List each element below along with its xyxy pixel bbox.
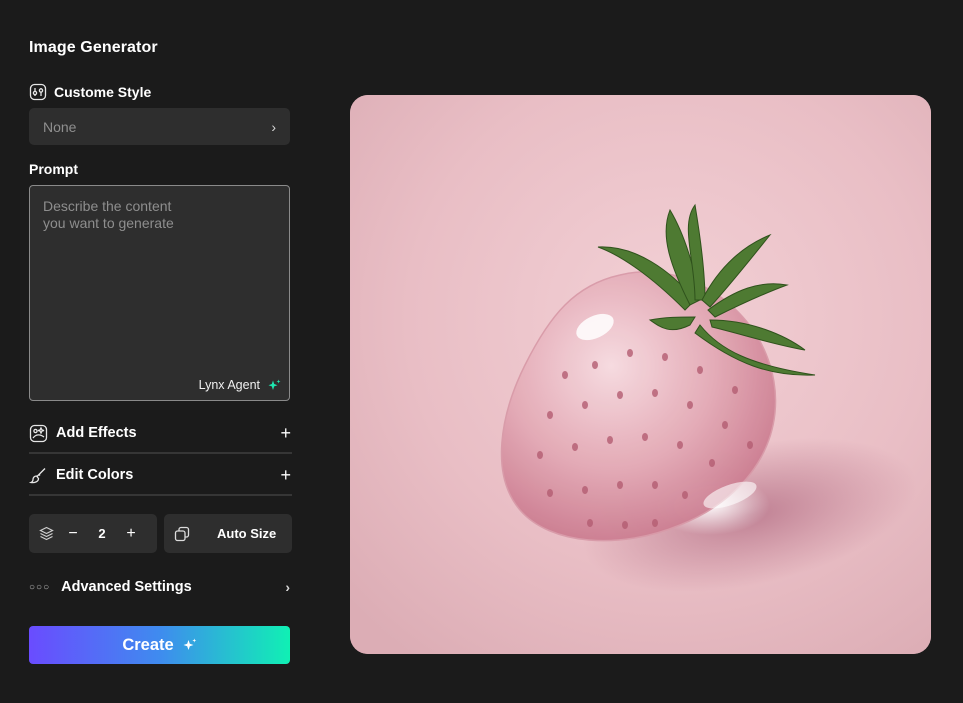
- plus-icon: +: [280, 464, 291, 485]
- image-count-value: 2: [98, 526, 106, 541]
- resize-icon: [174, 526, 190, 542]
- generator-panel: Image Generator Custome Style None › Pro…: [29, 0, 292, 703]
- strawberry-image: [350, 95, 931, 654]
- decrement-button[interactable]: −: [63, 525, 83, 543]
- chevron-right-icon: ›: [285, 579, 290, 595]
- divider: [29, 452, 292, 454]
- sparkle-icon: [183, 638, 197, 652]
- lynx-agent-label: Lynx Agent: [198, 378, 260, 392]
- custom-style-value: None: [43, 118, 77, 135]
- add-effects-label: Add Effects: [56, 425, 137, 441]
- plus-icon: +: [280, 422, 291, 443]
- custom-style-label: Custome Style: [54, 84, 152, 100]
- sparkle-icon: [268, 379, 281, 392]
- app-title: Image Generator: [29, 39, 158, 56]
- chevron-right-icon: ›: [271, 118, 276, 135]
- prompt-input[interactable]: [43, 198, 278, 368]
- edit-colors-label: Edit Colors: [56, 467, 134, 483]
- style-sliders-icon: [29, 83, 47, 101]
- add-effects-row[interactable]: Add Effects +: [29, 413, 292, 453]
- prompt-box: Lynx Agent: [29, 185, 290, 401]
- image-count-stepper: − 2 +: [29, 514, 157, 553]
- prompt-label: Prompt: [29, 161, 78, 177]
- create-button[interactable]: Create: [29, 626, 290, 664]
- auto-size-button[interactable]: Auto Size: [164, 514, 292, 553]
- create-label: Create: [122, 635, 174, 654]
- advanced-settings-label: Advanced Settings: [61, 579, 192, 595]
- effects-icon: [29, 424, 48, 443]
- custom-style-heading: Custome Style: [29, 83, 151, 101]
- brush-icon: [29, 466, 48, 485]
- dots-icon: ○○○: [29, 581, 51, 593]
- generated-image-preview: [350, 95, 931, 654]
- advanced-settings-row[interactable]: ○○○ Advanced Settings ›: [29, 573, 292, 601]
- layers-icon: [39, 526, 54, 541]
- prompt-heading: Prompt: [29, 161, 78, 177]
- increment-button[interactable]: +: [121, 525, 141, 543]
- lynx-agent-button[interactable]: Lynx Agent: [199, 378, 281, 392]
- edit-colors-row[interactable]: Edit Colors +: [29, 455, 292, 495]
- auto-size-label: Auto Size: [217, 526, 277, 541]
- custom-style-select[interactable]: None ›: [29, 108, 290, 145]
- divider: [29, 494, 292, 496]
